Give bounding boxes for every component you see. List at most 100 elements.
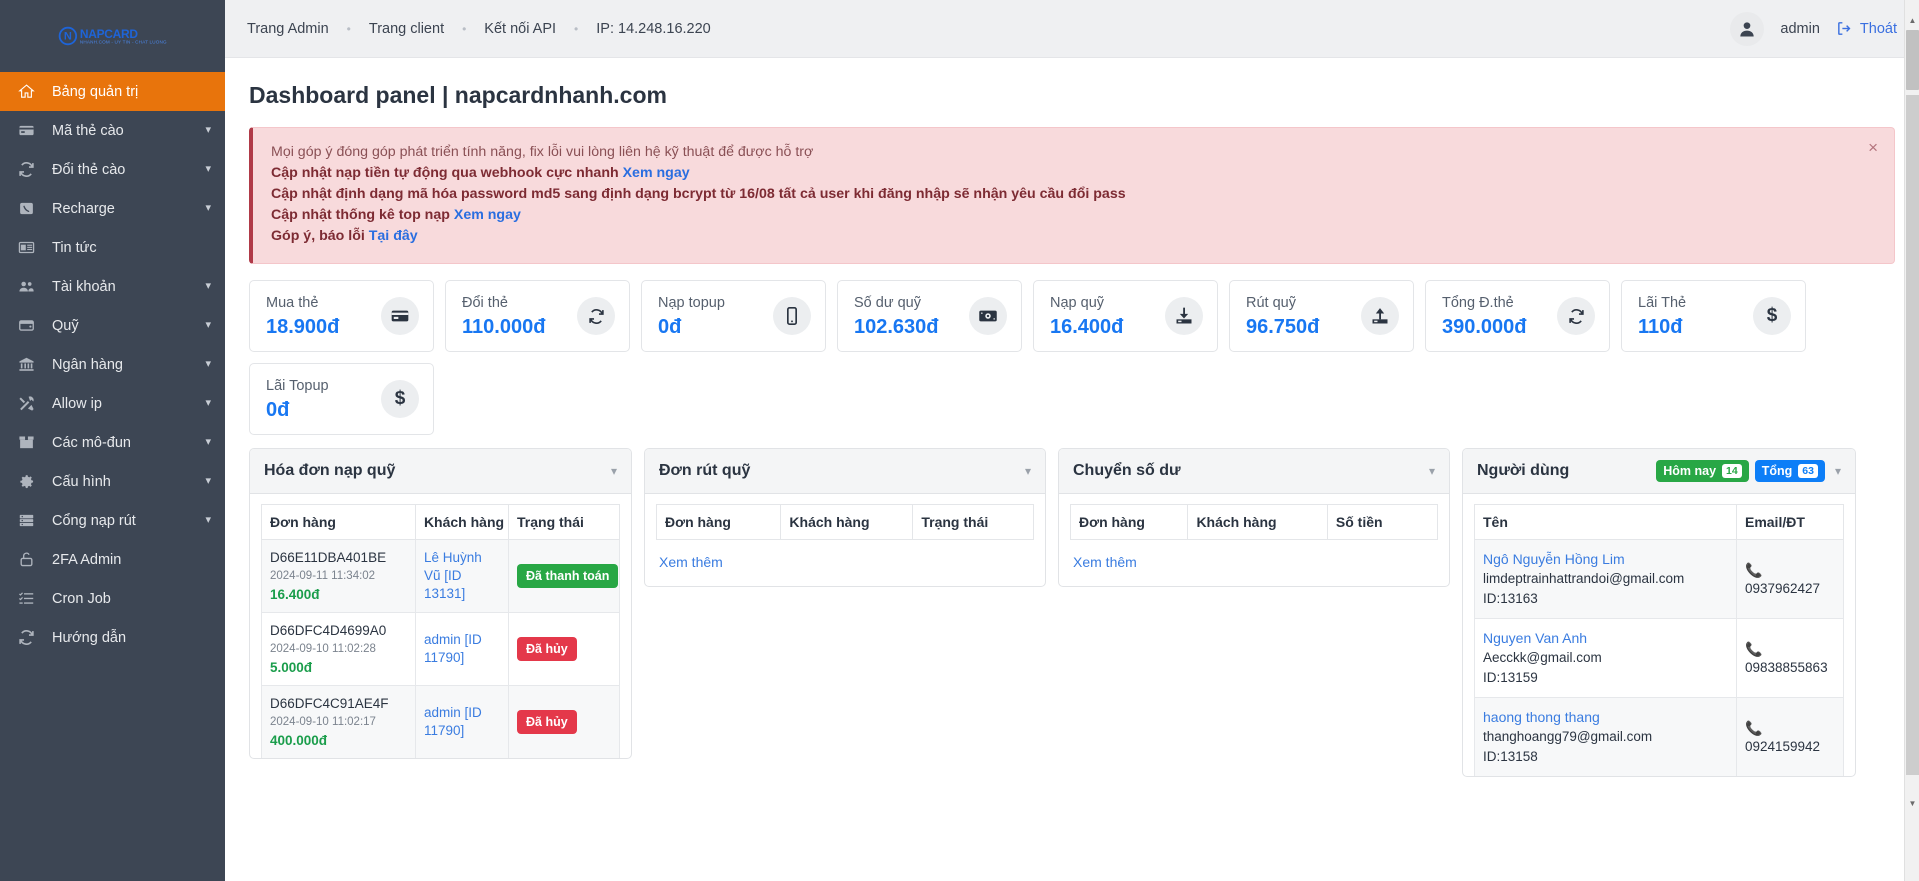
close-icon[interactable]: ×	[1868, 139, 1878, 156]
column-header-0: Đơn hàng	[261, 504, 416, 540]
users-table: Tên Email/ĐT Ngô Nguyễn Hồng Lim limdeptra…	[1474, 504, 1845, 776]
sidebar-item-2[interactable]: Đổi thẻ cào ▾	[0, 150, 225, 189]
customer-link[interactable]: admin [ID 11790]	[424, 632, 482, 665]
stat-card-8[interactable]: Lãi Topup 0đ $	[249, 363, 434, 435]
logout-button[interactable]: Thoát	[1836, 20, 1897, 37]
column-header-1: Khách hàng	[780, 504, 914, 540]
stat-card-value: 0đ	[266, 398, 290, 421]
badge-total[interactable]: Tổng 63	[1754, 460, 1825, 482]
stat-card-6[interactable]: Tổng Đ.thẻ 390.000đ	[1425, 280, 1610, 352]
chevron-down-icon: ▾	[205, 436, 211, 448]
sidebar-item-4[interactable]: Tin tức	[0, 228, 225, 267]
table-row: Ngô Nguyễn Hồng Lim limdeptrainhattrandoi…	[1474, 539, 1845, 619]
sidebar-item-5[interactable]: Tài khoản ▾	[0, 267, 225, 306]
sidebar-item-label: 2FA Admin	[52, 551, 122, 568]
stat-card-2[interactable]: Nạp topup 0đ	[641, 280, 826, 352]
vertical-scrollbar[interactable]: ▲ ▼	[1904, 0, 1919, 881]
logo[interactable]: N NAPCARD NHANH.COM - UY TIN - CHAT LUON…	[0, 0, 225, 72]
alert-link-1[interactable]: Xem ngay	[623, 165, 690, 181]
stat-card-text: Nạp topup 0đ	[658, 294, 773, 339]
alert-line-text: Cập nhật định dạng mã hóa password md5 s…	[271, 186, 1126, 202]
user-link[interactable]: Ngô Nguyễn Hồng Lim	[1483, 549, 1728, 569]
gear-icon	[18, 473, 40, 490]
panel-invoices-body: Đơn hàng Khách hàng Trạng thái D66E11DBA40…	[250, 494, 631, 758]
sidebar-item-6[interactable]: Quỹ ▾	[0, 306, 225, 345]
stat-card-1[interactable]: Đổi thẻ 110.000đ	[445, 280, 630, 352]
chevron-down-icon[interactable]: ▾	[611, 464, 617, 478]
logo-mark-icon: N	[58, 26, 77, 46]
badge-today[interactable]: Hôm nay 14	[1656, 460, 1749, 482]
user-link[interactable]: haong thong thang	[1483, 707, 1728, 727]
sidebar-item-3[interactable]: Recharge ▾	[0, 189, 225, 228]
sidebar-item-0[interactable]: Bảng quản trị	[0, 72, 225, 111]
breadcrumb-item-2[interactable]: Kết nối API	[466, 21, 574, 37]
stat-card-value: 0đ	[658, 315, 682, 338]
money-icon	[969, 297, 1007, 335]
order-code: D66DFC4C91AE4F	[270, 696, 389, 711]
sidebar-item-7[interactable]: Ngân hàng ▾	[0, 345, 225, 384]
breadcrumb-item-0[interactable]: Trang Admin	[247, 21, 347, 37]
stat-card-label: Nạp topup	[658, 294, 725, 311]
stat-card-label: Tổng Đ.thẻ	[1442, 294, 1514, 311]
column-header-2: Trạng thái	[508, 504, 620, 540]
phone-icon: 📞	[1744, 561, 1763, 578]
sidebar-item-8[interactable]: Allow ip ▾	[0, 384, 225, 423]
stat-card-5[interactable]: Rút quỹ 96.750đ	[1229, 280, 1414, 352]
withdrawals-table: Đơn hàng Khách hàng Trạng thái	[655, 504, 1034, 540]
table-header-row: Tên Email/ĐT	[1474, 504, 1845, 540]
sidebar-item-12[interactable]: 2FA Admin	[0, 540, 225, 579]
chevron-down-icon: ▾	[205, 358, 211, 370]
alert-line-text: Mọi góp ý đóng góp phát triển tính năng,…	[271, 144, 814, 160]
chevron-down-icon[interactable]: ▾	[1429, 464, 1435, 478]
chevron-down-icon[interactable]: ▾	[1835, 464, 1841, 478]
cell-status: Đã hủy	[508, 612, 620, 686]
sidebar-item-label: Mã thẻ cào	[52, 122, 124, 139]
order-amount: 400.000đ	[270, 733, 328, 748]
sidebar-item-label: Cấu hình	[52, 473, 111, 490]
customer-link[interactable]: Lê Huỳnh Vũ [ID 13131]	[424, 550, 482, 601]
sidebar-item-13[interactable]: Cron Job	[0, 579, 225, 618]
transfers-more-link[interactable]: Xem thêm	[1070, 540, 1438, 586]
stat-card-4[interactable]: Nạp quỹ 16.400đ	[1033, 280, 1218, 352]
stat-card-text: Số dư quỹ 102.630đ	[854, 294, 969, 339]
sidebar-item-9[interactable]: Các mô-đun ▾	[0, 423, 225, 462]
avatar[interactable]	[1730, 11, 1765, 46]
page-title: Dashboard panel | napcardnhanh.com	[249, 82, 667, 108]
scrollbar-thumb[interactable]	[1906, 30, 1919, 90]
sidebar-item-11[interactable]: Cổng nạp rút ▾	[0, 501, 225, 540]
phone-number: 09838855863	[1744, 659, 1828, 675]
withdrawals-more-link[interactable]: Xem thêm	[656, 540, 1034, 586]
breadcrumb: Trang Admin • Trang client • Kết nối API • IP:…	[247, 21, 729, 37]
user-link[interactable]: Nguyen Van Anh	[1483, 628, 1728, 648]
column-header-0: Đơn hàng	[1069, 504, 1189, 540]
news-icon	[18, 239, 40, 256]
sidebar-item-10[interactable]: Cấu hình ▾	[0, 462, 225, 501]
alert-link-4[interactable]: Tại đây	[369, 228, 418, 244]
sidebar-item-label: Allow ip	[52, 395, 102, 412]
scroll-down-icon[interactable]: ▼	[1905, 795, 1919, 811]
stat-card-0[interactable]: Mua thẻ 18.900đ	[249, 280, 434, 352]
breadcrumb-item-1[interactable]: Trang client	[351, 21, 462, 37]
download-icon	[1165, 297, 1203, 335]
scrollbar-track[interactable]	[1906, 95, 1919, 775]
sidebar-item-1[interactable]: Mã thẻ cào ▾	[0, 111, 225, 150]
customer-link[interactable]: admin [ID 11790]	[424, 705, 482, 738]
alert-line-0: Mọi góp ý đóng góp phát triển tính năng,…	[271, 142, 1876, 163]
cell-phone: 📞 09838855863	[1735, 618, 1845, 698]
stat-card-7[interactable]: Lãi Thẻ 110đ $	[1621, 280, 1806, 352]
sidebar-item-label: Ngân hàng	[52, 356, 123, 373]
phone-number: 0924159942	[1744, 738, 1821, 754]
sidebar-item-label: Tài khoản	[52, 278, 116, 295]
chevron-down-icon[interactable]: ▾	[1025, 464, 1031, 478]
app-root: N NAPCARD NHANH.COM - UY TIN - CHAT LUON…	[0, 0, 1919, 881]
column-header-1: Khách hàng	[414, 504, 510, 540]
alert-link-3[interactable]: Xem ngay	[454, 207, 521, 223]
stat-card-label: Đổi thẻ	[462, 294, 508, 311]
chevron-down-icon: ▾	[205, 514, 211, 526]
scroll-up-icon[interactable]: ▲	[1905, 12, 1919, 28]
stat-cards: Mua thẻ 18.900đ Đổi thẻ 110.000đ Nạp topup 0đ…	[249, 280, 1895, 435]
stat-card-text: Mua thẻ 18.900đ	[266, 294, 381, 339]
column-header-0: Tên	[1474, 504, 1737, 540]
sidebar-item-14[interactable]: Hướng dẫn	[0, 618, 225, 657]
stat-card-3[interactable]: Số dư quỹ 102.630đ	[837, 280, 1022, 352]
